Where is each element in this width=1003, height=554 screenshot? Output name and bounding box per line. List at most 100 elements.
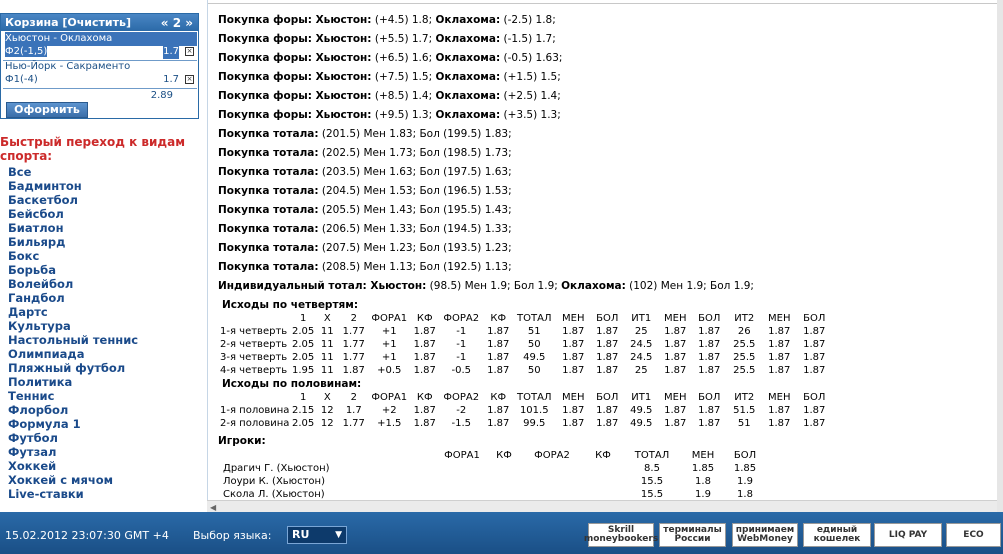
odds-cell[interactable]: 1.87: [484, 338, 512, 351]
odds-cell[interactable]: 2.15: [292, 404, 314, 417]
sport-link[interactable]: Все: [8, 165, 138, 179]
odds-line[interactable]: Покупка тотала: (202.5) Мен 1.73; Бол (1…: [218, 147, 512, 159]
odds-cell[interactable]: 1.87: [658, 351, 692, 364]
basket-title[interactable]: Корзина [Очистить]: [5, 16, 131, 29]
odds-line[interactable]: Покупка тотала: (207.5) Мен 1.23; Бол (1…: [218, 242, 512, 254]
odds-cell[interactable]: 1.77: [340, 325, 367, 338]
odds-cell[interactable]: 1.77: [340, 417, 367, 430]
wallet-logo[interactable]: единый кошелек: [803, 523, 871, 547]
sport-link[interactable]: Пляжный футбол: [8, 361, 138, 375]
odds-line[interactable]: Покупка тотала: (208.5) Мен 1.13; Бол (1…: [218, 261, 512, 273]
odds-cell[interactable]: 1.87: [796, 351, 832, 364]
odds-cell[interactable]: 1.87: [556, 325, 590, 338]
odds-cell[interactable]: -1: [438, 338, 484, 351]
odds-cell[interactable]: 1.87: [556, 351, 590, 364]
sport-link[interactable]: Дартс: [8, 305, 138, 319]
odds-cell[interactable]: 1.87: [796, 417, 832, 430]
odds-cell[interactable]: 1.87: [692, 325, 726, 338]
odds-line[interactable]: Покупка тотала: (205.5) Мен 1.43; Бол (1…: [218, 204, 512, 216]
sport-link[interactable]: Футзал: [8, 445, 138, 459]
horizontal-scrollbar[interactable]: ◀: [207, 500, 997, 512]
odds-cell[interactable]: 1.87: [590, 325, 624, 338]
odds-cell[interactable]: 1.87: [762, 417, 796, 430]
odds-cell[interactable]: 1.87: [340, 364, 367, 377]
odds-cell[interactable]: 2.05: [292, 351, 314, 364]
odds-cell[interactable]: 1.87: [411, 404, 438, 417]
odds-cell[interactable]: 1.87: [692, 417, 726, 430]
odds-line[interactable]: Покупка форы: Хьюстон: (+6.5) 1.6; Оклах…: [218, 52, 562, 64]
odds-cell[interactable]: 1.87: [484, 364, 512, 377]
odds-cell[interactable]: 25: [624, 364, 658, 377]
odds-cell[interactable]: 51: [726, 417, 762, 430]
sport-link[interactable]: Борьба: [8, 263, 138, 277]
odds-cell[interactable]: 1.87: [590, 351, 624, 364]
odds-cell[interactable]: -2: [438, 404, 484, 417]
odds-cell[interactable]: -1.5: [438, 417, 484, 430]
odds-cell[interactable]: 1.87: [796, 325, 832, 338]
odds-cell[interactable]: 101.5: [512, 404, 556, 417]
odds-cell[interactable]: 2.05: [292, 325, 314, 338]
odds-cell[interactable]: 99.5: [512, 417, 556, 430]
odds-cell[interactable]: 1.87: [590, 338, 624, 351]
odds-cell[interactable]: +1.5: [367, 417, 411, 430]
odds-cell[interactable]: 51.5: [726, 404, 762, 417]
odds-cell[interactable]: 1.85: [681, 462, 725, 475]
odds-cell[interactable]: 1.87: [692, 338, 726, 351]
odds-line[interactable]: Индивидуальный тотал: Хьюстон: (98.5) Ме…: [218, 280, 754, 292]
odds-cell[interactable]: 49.5: [512, 351, 556, 364]
odds-cell[interactable]: 1.87: [796, 338, 832, 351]
sport-link[interactable]: Гандбол: [8, 291, 138, 305]
remove-bet-icon[interactable]: ×: [185, 75, 194, 84]
odds-cell[interactable]: 1.87: [556, 338, 590, 351]
odds-cell[interactable]: 24.5: [624, 351, 658, 364]
sport-link[interactable]: Волейбол: [8, 277, 138, 291]
language-select[interactable]: RU ▼: [287, 526, 347, 544]
odds-cell[interactable]: 1.87: [658, 364, 692, 377]
sport-link[interactable]: Live-ставки: [8, 487, 138, 501]
sport-link[interactable]: Настольный теннис: [8, 333, 138, 347]
bet-item-match[interactable]: Нью-Йорк - Сакраменто: [5, 60, 197, 74]
liqpay-logo[interactable]: LIQ PAY: [874, 523, 942, 547]
odds-cell[interactable]: +1: [367, 325, 411, 338]
odds-cell[interactable]: 1.87: [411, 364, 438, 377]
odds-cell[interactable]: 1.7: [340, 404, 367, 417]
odds-cell[interactable]: 1.87: [762, 338, 796, 351]
odds-line[interactable]: Покупка тотала: (203.5) Мен 1.63; Бол (1…: [218, 166, 512, 178]
odds-cell[interactable]: 1.87: [556, 417, 590, 430]
sport-link[interactable]: Бильярд: [8, 235, 138, 249]
odds-cell[interactable]: 25.5: [726, 351, 762, 364]
odds-cell[interactable]: 1.87: [762, 404, 796, 417]
odds-cell[interactable]: +2: [367, 404, 411, 417]
odds-cell[interactable]: 1.9: [725, 475, 765, 488]
odds-line[interactable]: Покупка форы: Хьюстон: (+8.5) 1.4; Оклах…: [218, 90, 561, 102]
odds-cell[interactable]: 25.5: [726, 364, 762, 377]
odds-cell[interactable]: 1.87: [692, 404, 726, 417]
sport-link[interactable]: Политика: [8, 375, 138, 389]
odds-cell[interactable]: 2.05: [292, 417, 314, 430]
odds-cell[interactable]: 49.5: [624, 404, 658, 417]
odds-cell[interactable]: 1.87: [556, 364, 590, 377]
odds-line[interactable]: Покупка тотала: (206.5) Мен 1.33; Бол (1…: [218, 223, 512, 235]
odds-cell[interactable]: 1.87: [658, 338, 692, 351]
sport-link[interactable]: Теннис: [8, 389, 138, 403]
odds-cell[interactable]: 1.87: [484, 417, 512, 430]
remove-bet-icon[interactable]: ×: [185, 47, 194, 56]
odds-cell[interactable]: 1.87: [658, 417, 692, 430]
sport-link[interactable]: Флорбол: [8, 403, 138, 417]
odds-cell[interactable]: 1.87: [484, 325, 512, 338]
sport-link[interactable]: Культура: [8, 319, 138, 333]
sport-link[interactable]: Футбол: [8, 431, 138, 445]
odds-cell[interactable]: 1.87: [796, 364, 832, 377]
odds-cell[interactable]: 1.87: [590, 364, 624, 377]
odds-cell[interactable]: 1.87: [411, 351, 438, 364]
odds-cell[interactable]: 1.87: [411, 338, 438, 351]
odds-cell[interactable]: 1.87: [411, 325, 438, 338]
odds-cell[interactable]: 1.87: [692, 351, 726, 364]
terminals-logo[interactable]: терминалы России: [659, 523, 726, 547]
odds-cell[interactable]: +0.5: [367, 364, 411, 377]
odds-cell[interactable]: 11: [314, 364, 340, 377]
odds-line[interactable]: Покупка форы: Хьюстон: (+7.5) 1.5; Оклах…: [218, 71, 561, 83]
odds-cell[interactable]: 1.87: [484, 404, 512, 417]
odds-line[interactable]: Покупка форы: Хьюстон: (+4.5) 1.8; Оклах…: [218, 14, 556, 26]
scroll-left-icon[interactable]: ◀: [210, 503, 216, 512]
